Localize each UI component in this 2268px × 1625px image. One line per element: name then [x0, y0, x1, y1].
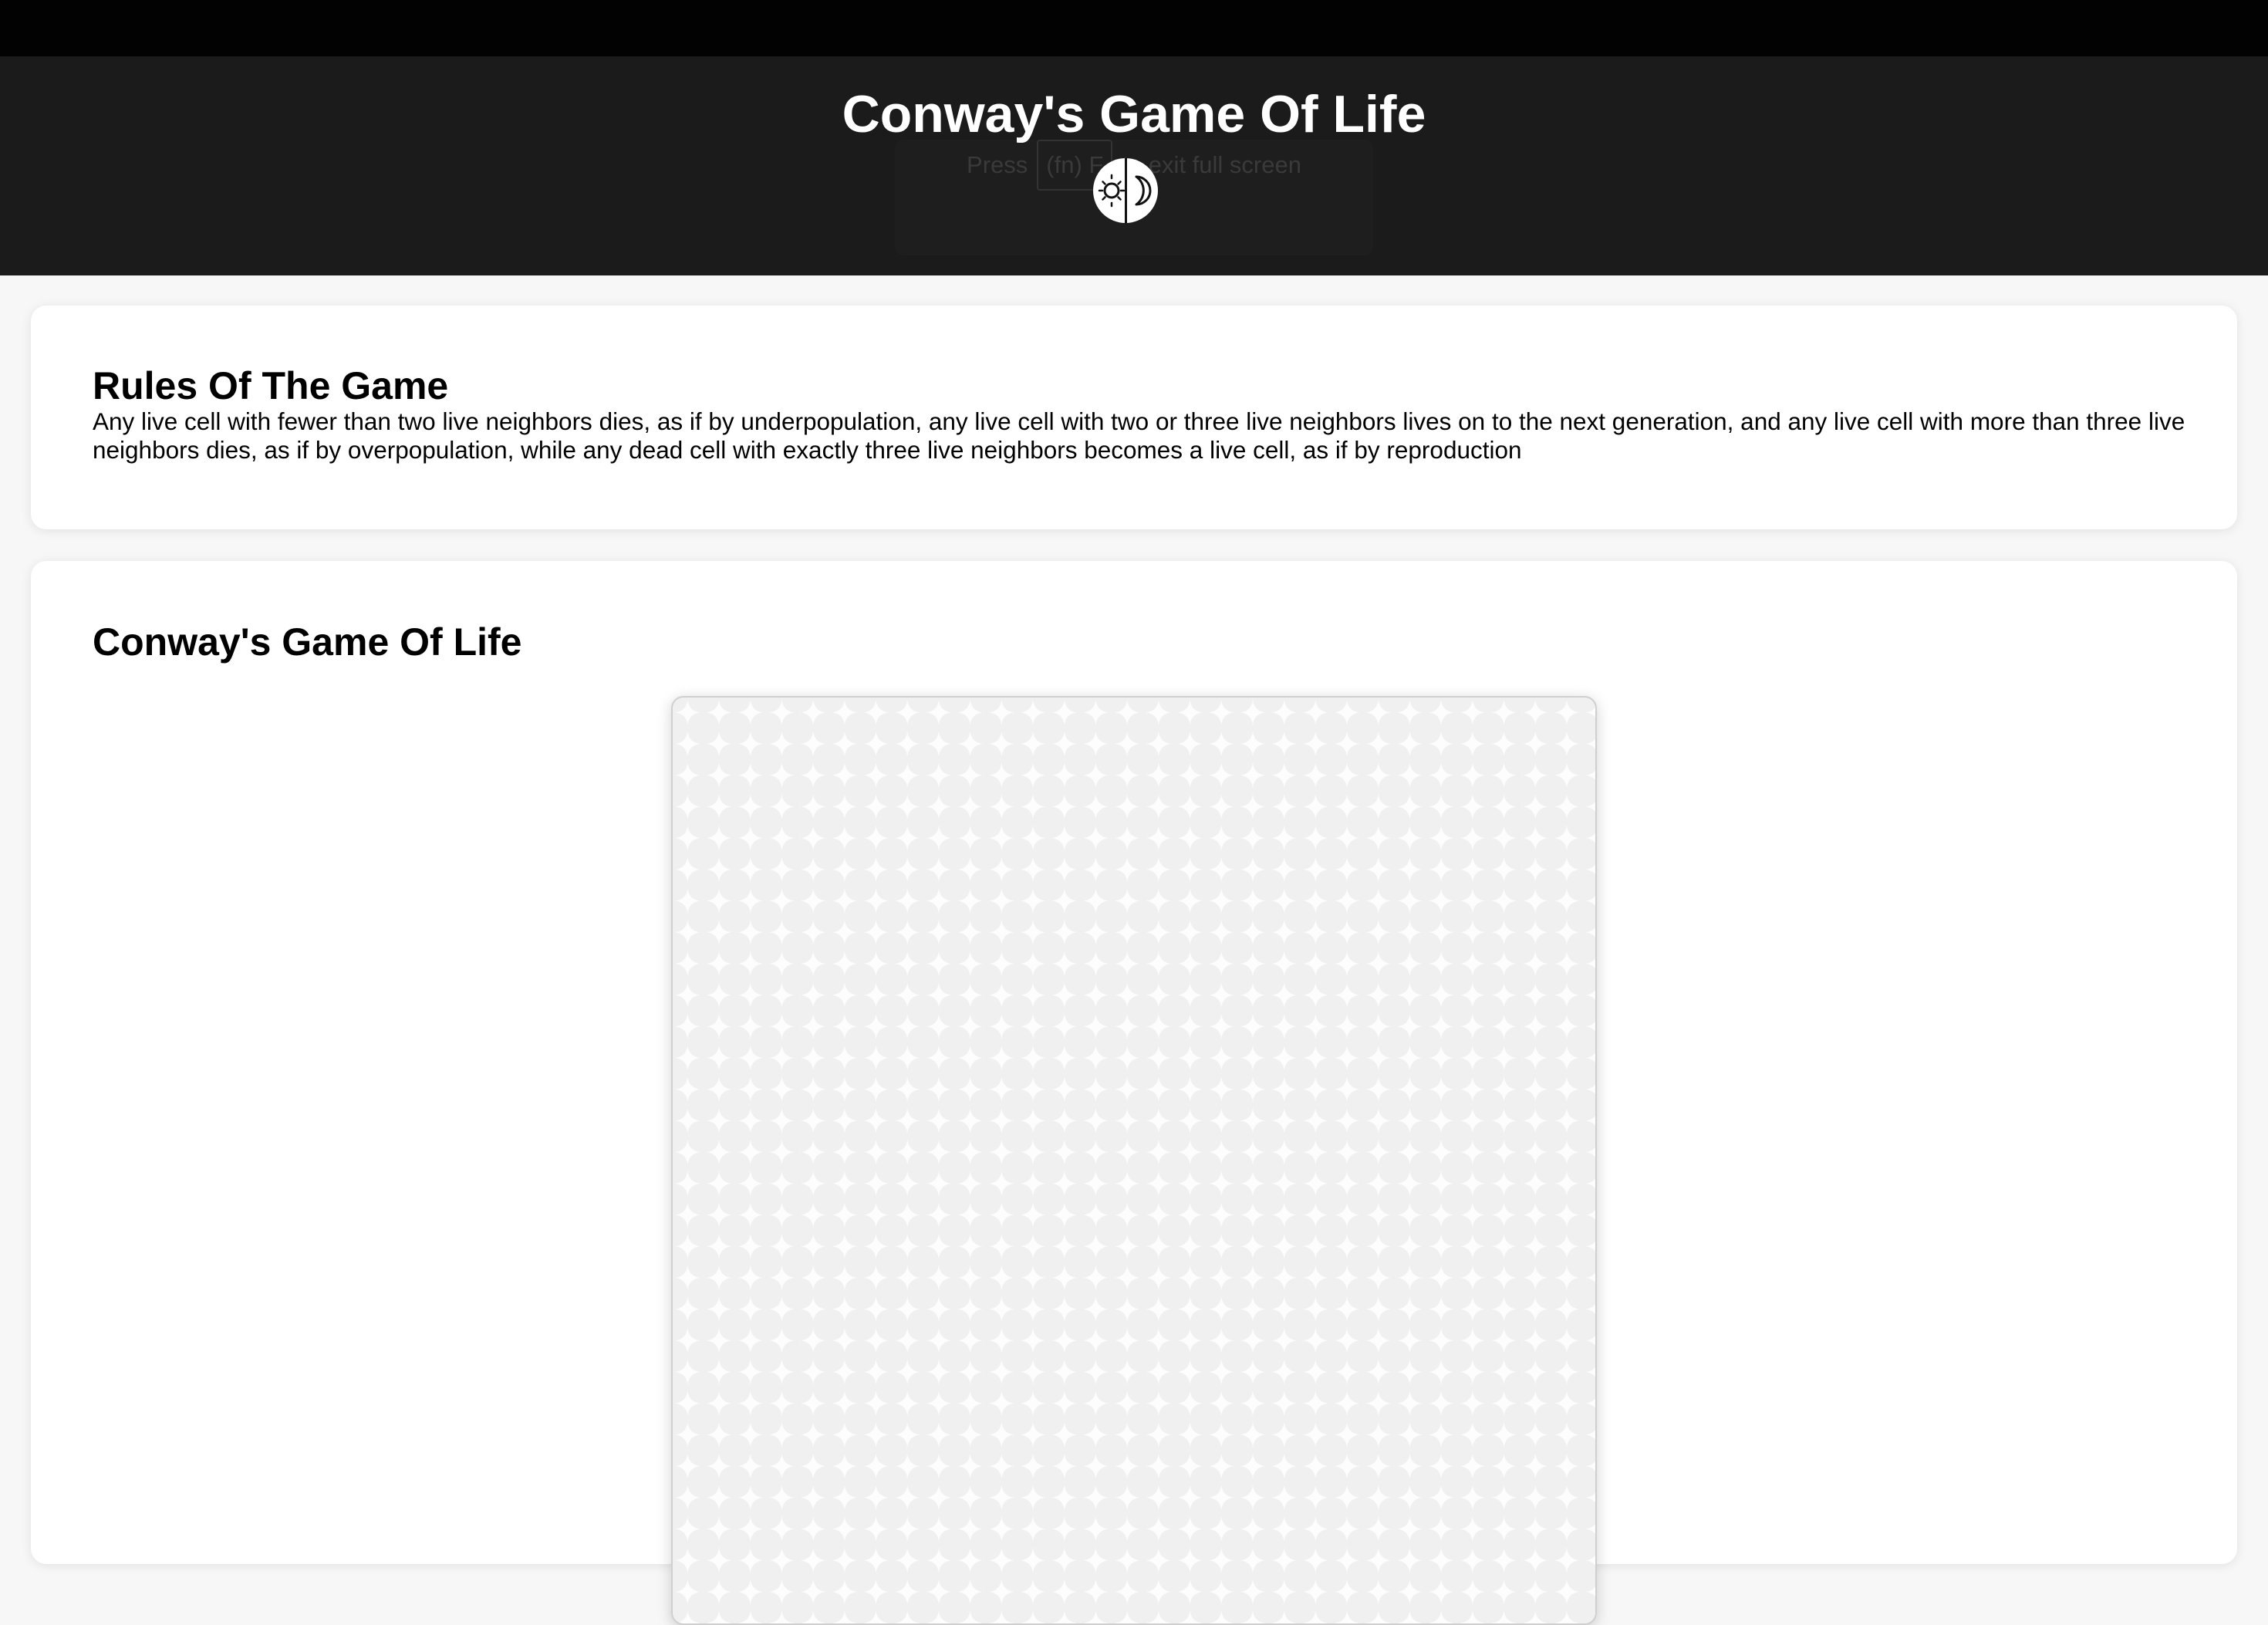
- game-title: Conway's Game Of Life: [93, 620, 522, 664]
- site-header: Conway's Game Of Life Press (fn) Fto exit…: [0, 56, 2268, 275]
- site-title: Conway's Game Of Life: [842, 85, 1426, 144]
- theme-toggle-button[interactable]: [1093, 158, 1158, 223]
- game-grid[interactable]: [673, 698, 1595, 1623]
- sun-icon: [1098, 174, 1126, 208]
- rules-title: Rules Of The Game: [93, 364, 449, 407]
- rules-text: Any live cell with fewer than two live n…: [93, 407, 2185, 464]
- game-card: Conway's Game Of Life: [31, 561, 2237, 1625]
- top-bar: [0, 0, 2268, 56]
- moon-icon: [1135, 175, 1152, 206]
- game-board[interactable]: [671, 696, 1597, 1625]
- fullscreen-hint-prefix: Press: [967, 151, 1028, 178]
- rules-card: Rules Of The Game Any live cell with few…: [31, 306, 2237, 529]
